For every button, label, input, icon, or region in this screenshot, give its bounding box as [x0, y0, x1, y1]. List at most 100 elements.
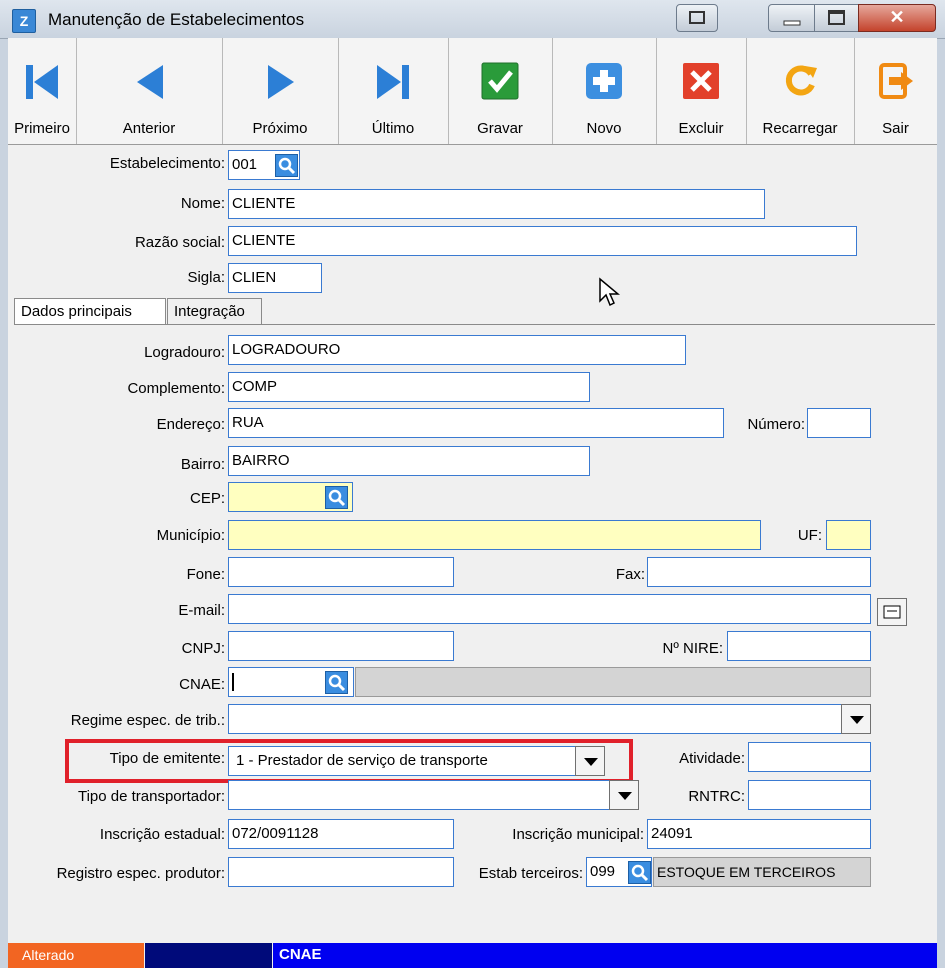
cep-label: CEP: [189, 490, 225, 507]
first-label: Primeiro [14, 120, 70, 137]
municipio-label: Município: [156, 527, 225, 544]
next-button[interactable]: Próximo [222, 38, 339, 144]
maximize-icon [828, 10, 845, 25]
search-icon [328, 489, 346, 507]
window-frame-left [0, 38, 8, 968]
tipo-emitente-value: 1 - Prestador de serviço de transporte [236, 752, 488, 769]
tab-dados-principais[interactable]: Dados principais [14, 298, 166, 324]
cnae-search-button[interactable] [325, 671, 348, 694]
new-button[interactable]: Novo [552, 38, 657, 144]
cnpj-field[interactable] [228, 631, 454, 661]
app-icon: Z [12, 9, 36, 33]
status-bar: Alterado CNAE [8, 943, 937, 968]
cnpj-label: CNPJ: [181, 640, 225, 657]
save-button[interactable]: Gravar [448, 38, 553, 144]
numero-field[interactable] [807, 408, 871, 438]
fax-field[interactable] [647, 557, 871, 587]
first-record-icon [26, 65, 58, 99]
delete-icon [683, 63, 719, 99]
email-field[interactable] [228, 594, 871, 624]
regime-label: Regime espec. de trib.: [70, 712, 225, 729]
window-title: Manutenção de Estabelecimentos [48, 10, 305, 29]
regime-select[interactable] [228, 704, 871, 734]
uf-field[interactable] [826, 520, 871, 550]
estabelecimento-label: Estabelecimento: [109, 155, 225, 172]
save-label: Gravar [477, 120, 523, 137]
mouse-cursor-icon [599, 277, 620, 307]
email-button[interactable] [877, 598, 907, 626]
tipo-transportador-select[interactable] [228, 780, 639, 810]
plus-icon [586, 63, 622, 99]
email-label: E-mail: [178, 602, 225, 619]
inscricao-municipal-field[interactable]: 24091 [647, 819, 871, 849]
fax-label: Fax: [615, 566, 645, 583]
tipo-transportador-dropdown-button[interactable] [609, 780, 639, 810]
inscricao-estadual-field[interactable]: 072/0091128 [228, 819, 454, 849]
complemento-field[interactable]: COMP [228, 372, 590, 402]
first-button[interactable]: Primeiro [8, 38, 77, 144]
delete-label: Excluir [678, 120, 724, 137]
sigla-field[interactable]: CLIEN [228, 263, 322, 293]
maximize-button[interactable] [814, 4, 860, 32]
bairro-field[interactable]: BAIRRO [228, 446, 590, 476]
nome-field[interactable]: CLIENTE [228, 189, 765, 219]
endereco-label: Endereço: [156, 416, 225, 433]
close-icon: ✕ [889, 7, 905, 27]
atividade-label: Atividade: [679, 750, 745, 767]
estab-terceiros-description-value: ESTOQUE EM TERCEIROS [657, 864, 836, 880]
registro-produtor-field[interactable] [228, 857, 454, 887]
previous-label: Anterior [122, 120, 176, 137]
razao-social-value: CLIENTE [232, 232, 296, 249]
status-empty-panel [145, 943, 272, 968]
rntrc-field[interactable] [748, 780, 871, 810]
toolbar: Primeiro Anterior Próximo Último Gravar … [8, 38, 937, 145]
previous-record-icon [137, 65, 163, 99]
bairro-value: BAIRRO [232, 452, 290, 469]
estabelecimento-value: 001 [232, 156, 258, 173]
delete-button[interactable]: Excluir [656, 38, 747, 144]
municipio-field[interactable] [228, 520, 761, 550]
exit-icon [878, 63, 913, 99]
razao-social-field[interactable]: CLIENTE [228, 226, 857, 256]
endereco-field[interactable]: RUA [228, 408, 724, 438]
cep-search-button[interactable] [325, 486, 348, 509]
estab-terceiros-label: Estab terceiros: [478, 865, 583, 882]
tipo-emitente-select[interactable]: 1 - Prestador de serviço de transporte [228, 746, 605, 776]
window-icon [689, 11, 705, 24]
sigla-value: CLIEN [232, 269, 277, 286]
tipo-emitente-dropdown-button[interactable] [575, 746, 605, 776]
next-label: Próximo [252, 120, 308, 137]
close-button[interactable]: ✕ [858, 4, 936, 32]
estab-terceiros-description: ESTOQUE EM TERCEIROS [653, 857, 871, 887]
fone-label: Fone: [186, 566, 225, 583]
tab-integracao[interactable]: Integração [167, 298, 262, 324]
search-icon [328, 674, 346, 692]
taskbar-button[interactable] [676, 4, 718, 32]
logradouro-value: LOGRADOURO [232, 341, 341, 358]
logradouro-field[interactable]: LOGRADOURO [228, 335, 686, 365]
previous-button[interactable]: Anterior [76, 38, 223, 144]
status-state-panel: Alterado [8, 943, 144, 968]
search-icon [631, 864, 649, 882]
regime-dropdown-button[interactable] [841, 704, 871, 734]
atividade-field[interactable] [748, 742, 871, 772]
next-record-icon [268, 65, 294, 99]
fone-field[interactable] [228, 557, 454, 587]
status-field-text: CNAE [279, 946, 322, 963]
reload-button[interactable]: Recarregar [746, 38, 855, 144]
nire-field[interactable] [727, 631, 871, 661]
title-bar: Z Manutenção de Estabelecimentos ✕ [0, 0, 945, 39]
reload-label: Recarregar [762, 120, 838, 137]
estab-terceiros-search-button[interactable] [628, 861, 651, 884]
registro-produtor-label: Registro espec. produtor: [56, 865, 225, 882]
last-button[interactable]: Último [338, 38, 449, 144]
inscricao-municipal-label: Inscrição municipal: [512, 826, 644, 843]
estabelecimento-search-button[interactable] [275, 154, 298, 177]
minimize-button[interactable] [768, 4, 816, 32]
status-field-panel: CNAE [273, 943, 937, 968]
window-frame-right [937, 38, 945, 968]
inscricao-estadual-value: 072/0091128 [232, 825, 319, 842]
exit-button[interactable]: Sair [854, 38, 937, 144]
rntrc-label: RNTRC: [688, 788, 745, 805]
status-state-text: Alterado [22, 947, 75, 963]
